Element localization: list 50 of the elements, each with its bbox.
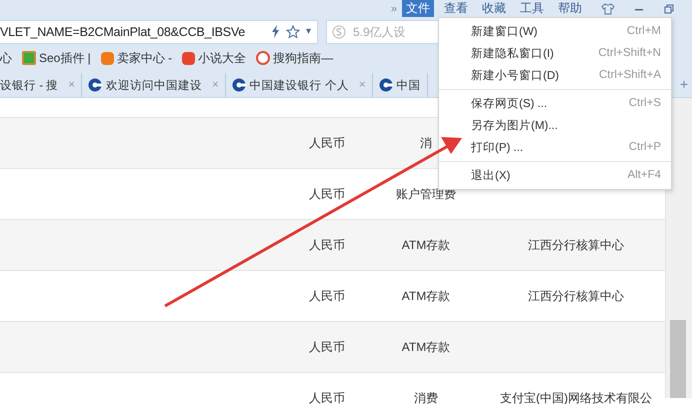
table-cell: 江西分行核算中心 [528, 288, 624, 304]
menu-entry[interactable]: 新建隐私窗口(I) Ctrl+Shift+N [439, 42, 671, 64]
table-cell: 人民币 [309, 186, 345, 202]
table-cell: ATM存款 [402, 236, 450, 254]
menu-entry[interactable]: 另存为图片(M)... [439, 114, 671, 136]
table-cell: 人民币 [309, 390, 345, 404]
bookmark-link[interactable]: 卖家中心 - [116, 50, 172, 66]
bookmark-link[interactable]: Seo插件 | [39, 50, 91, 66]
bookmark-link[interactable]: 搜狗指南— [273, 50, 334, 66]
browser-tab[interactable]: 欢迎访问中国建设 × [82, 73, 226, 97]
table-cell: 消费 [414, 390, 438, 404]
star-icon[interactable] [286, 24, 300, 38]
table-cell: 支付宝(中国)网络技术有限公 [500, 390, 652, 404]
menu-item[interactable]: 工具 [516, 0, 548, 17]
restore-icon[interactable] [663, 2, 675, 14]
table-cell: 江西分行核算中心 [528, 236, 624, 254]
bank-logo-icon [232, 78, 246, 92]
table-cell: ATM存款 [402, 288, 450, 304]
shirt-icon[interactable] [601, 2, 615, 14]
menu-item[interactable]: 帮助 [554, 0, 586, 17]
sogou-icon [332, 24, 346, 38]
scrollbar[interactable] [666, 98, 692, 398]
table-cell: 人民币 [309, 288, 345, 304]
bookmark-icon [182, 52, 196, 64]
table-cell: 消 [420, 134, 432, 152]
bookmark-link[interactable]: 心 [0, 50, 12, 66]
table-cell: ATM存款 [402, 338, 450, 356]
menu-item[interactable]: 文件 [402, 0, 434, 17]
address-field[interactable]: VLET_NAME=B2CMainPlat_08&CCB_IBSVe ▾ [0, 20, 318, 44]
menu-entry[interactable]: 新建小号窗口(D) Ctrl+Shift+A [439, 64, 671, 86]
menu-item[interactable]: 收藏 [478, 0, 510, 17]
bookmark-link[interactable]: 小说大全 [198, 50, 246, 66]
lightning-icon[interactable] [270, 25, 280, 38]
menu-entry[interactable]: 退出(X) Alt+F4 [439, 161, 671, 186]
menu-entry[interactable]: 保存网页(S) ... Ctrl+S [439, 89, 671, 114]
scroll-thumb[interactable] [670, 320, 686, 398]
bookmark-icon [100, 52, 114, 64]
dropdown-arrow[interactable]: ▾ [306, 26, 311, 37]
browser-tab[interactable]: 设银行 - 搜 × [0, 73, 82, 97]
menu-entry[interactable]: 打印(P) ... Ctrl+P [439, 136, 671, 158]
bookmark-icon [22, 51, 36, 65]
menu-item[interactable]: 查看 [440, 0, 472, 17]
browser-tab[interactable]: 中国建设银行 个人 × [226, 73, 373, 97]
browser-tab[interactable]: 中国 [372, 73, 428, 97]
table-cell: 人民币 [309, 134, 345, 152]
bank-logo-icon [88, 78, 102, 92]
table-cell: 人民币 [309, 236, 345, 254]
bank-logo-icon [378, 78, 393, 92]
bookmark-icon [256, 51, 270, 65]
table-cell: 人民币 [309, 338, 345, 356]
